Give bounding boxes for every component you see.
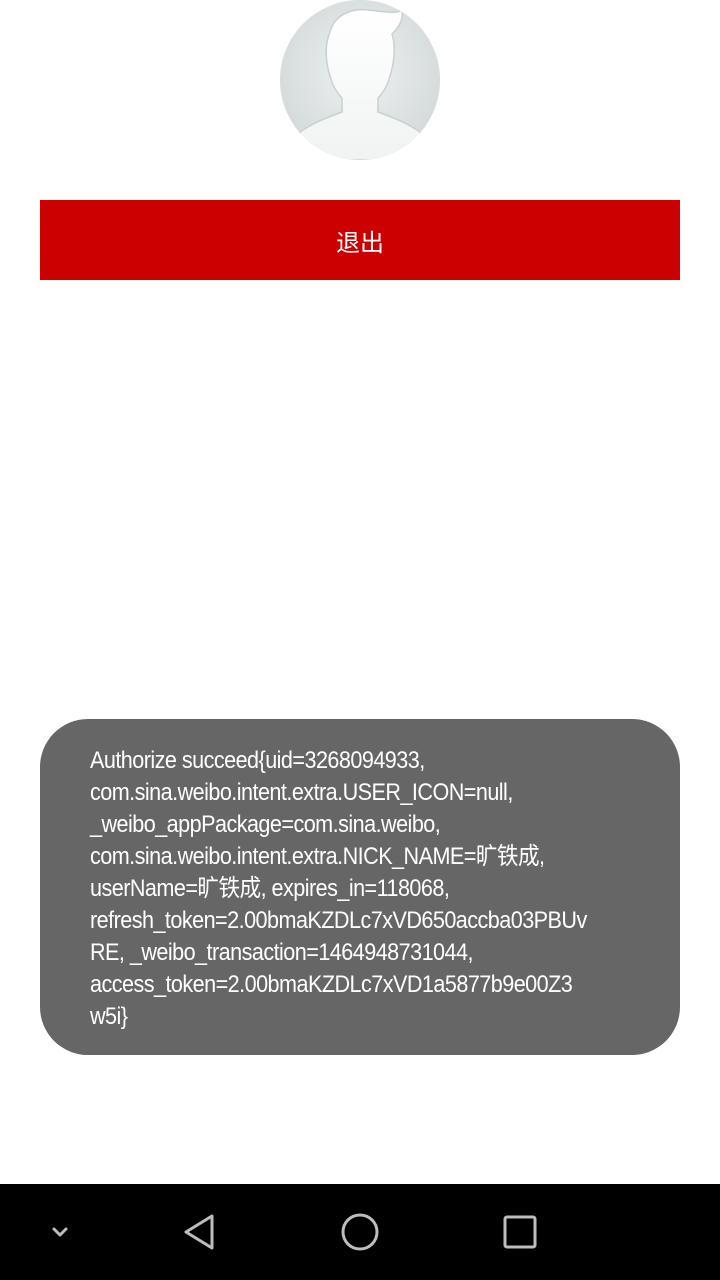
toast-line: com.sina.weibo.intent.extra.USER_ICON=nu… — [90, 779, 513, 806]
home-button[interactable] — [320, 1184, 400, 1280]
logout-button[interactable]: 退出 — [40, 200, 680, 280]
back-button[interactable] — [160, 1184, 240, 1280]
toast-line: com.sina.weibo.intent.extra.NICK_NAME=旷铁… — [90, 843, 545, 870]
toast-line: access_token=2.00bmaKZDLc7xVD1a5877b9e00… — [90, 971, 573, 998]
recents-square-icon — [503, 1215, 537, 1249]
toast-line: w5i} — [90, 1003, 128, 1030]
home-circle-icon — [341, 1213, 379, 1251]
toast-line: refresh_token=2.00bmaKZDLc7xVD650accba03… — [90, 907, 587, 934]
toast-line: userName=旷铁成, expires_in=118068, — [90, 875, 450, 902]
default-user-avatar-icon — [280, 0, 440, 160]
hide-nav-button[interactable] — [20, 1184, 100, 1280]
recents-button[interactable] — [480, 1184, 560, 1280]
toast-message: Authorize succeed{uid=3268094933, com.si… — [40, 719, 680, 1055]
back-triangle-icon — [184, 1214, 214, 1250]
toast-line: _weibo_appPackage=com.sina.weibo, — [90, 811, 441, 838]
avatar[interactable] — [280, 0, 440, 160]
toast-line: Authorize succeed{uid=3268094933, — [90, 747, 425, 774]
screen: 退出 Authorize succeed{uid=3268094933, com… — [0, 0, 720, 1280]
toast-line: RE, _weibo_transaction=1464948731044, — [90, 939, 473, 966]
chevron-down-icon — [52, 1227, 68, 1237]
system-navigation-bar — [0, 1184, 720, 1280]
